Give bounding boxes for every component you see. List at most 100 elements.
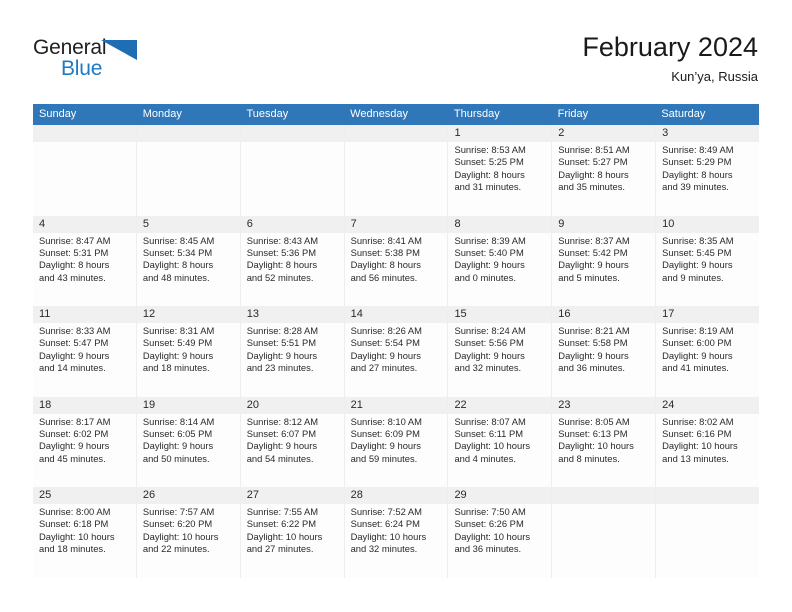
sun-times-info: Sunrise: 8:31 AM Sunset: 5:49 PM Daylight:… — [137, 323, 240, 375]
day-cell-6[interactable]: 6 Sunrise: 8:43 AM Sunset: 5:36 PM Daylight… — [239, 215, 344, 306]
sun-times-line: Sunrise: 7:50 AM — [454, 506, 526, 517]
sun-times-line: Daylight: 8 hours — [39, 259, 110, 271]
day-cell-3[interactable]: 3 Sunrise: 8:49 AM Sunset: 5:29 PM Daylight… — [655, 125, 760, 216]
sun-times-line: Sunset: 5:36 PM — [246, 246, 317, 258]
day-cell-16[interactable]: 16 Sunrise: 8:21 AM Sunset: 5:58 PM Dayligh… — [551, 306, 656, 397]
day-number: 5 — [142, 217, 149, 230]
sun-times-line: and 48 minutes. — [142, 271, 210, 283]
sun-times-line: Sunrise: 8:35 AM — [662, 234, 734, 246]
sun-times-info: Sunrise: 8:45 AM Sunset: 5:34 PM Daylight:… — [137, 233, 240, 285]
day-cell-9[interactable]: 9 Sunrise: 8:37 AM Sunset: 5:42 PM Daylight… — [551, 215, 656, 306]
day-cell-empty — [239, 125, 344, 216]
sun-times-info: Sunrise: 8:17 AM Sunset: 6:02 PM Daylight:… — [33, 414, 136, 466]
sun-times-info: Sunrise: 7:57 AM Sunset: 6:20 PM Daylight:… — [137, 504, 240, 556]
day-cell-28[interactable]: 28 Sunrise: 7:52 AM Sunset: 6:24 PM Dayligh… — [343, 487, 448, 578]
day-cell-27[interactable]: 27 Sunrise: 7:55 AM Sunset: 6:22 PM Dayligh… — [239, 487, 344, 578]
sun-times-info: Sunrise: 8:19 AM Sunset: 6:00 PM Daylight:… — [656, 323, 759, 375]
sun-times-line: Daylight: 10 hours — [454, 440, 531, 452]
day-number — [345, 125, 448, 142]
sun-times-line: Sunset: 5:38 PM — [350, 246, 420, 258]
general-blue-logo[interactable]: General Blue — [33, 36, 233, 86]
day-cell-26[interactable]: 26 Sunrise: 7:57 AM Sunset: 6:20 PM Dayligh… — [135, 487, 240, 578]
day-cell-23[interactable]: 23 Sunrise: 8:05 AM Sunset: 6:13 PM Dayligh… — [551, 396, 656, 487]
day-number: 7 — [350, 217, 357, 230]
sun-times-line: Sunset: 5:49 PM — [142, 337, 213, 349]
day-cell-2[interactable]: 2 Sunrise: 8:51 AM Sunset: 5:27 PM Daylight… — [551, 125, 656, 216]
sun-times-info: Sunrise: 8:51 AM Sunset: 5:27 PM Daylight:… — [552, 142, 655, 194]
day-number: 27 — [246, 489, 259, 501]
sun-times-info: Sunrise: 8:37 AM Sunset: 5:42 PM Daylight:… — [552, 233, 655, 285]
sun-times-line: Sunset: 6:13 PM — [558, 427, 628, 439]
day-cell-13[interactable]: 13 Sunrise: 8:28 AM Sunset: 5:51 PM Dayligh… — [239, 306, 344, 397]
sun-times-line: and 32 minutes. — [454, 362, 522, 374]
sun-times-line: and 0 minutes. — [454, 271, 516, 283]
day-cell-18[interactable]: 18 Sunrise: 8:17 AM Sunset: 6:02 PM Dayligh… — [33, 396, 136, 487]
weekday-header-tuesday: Tuesday — [246, 108, 289, 120]
sun-times-line: and 32 minutes. — [350, 543, 418, 555]
sun-times-line: and 9 minutes. — [662, 271, 724, 283]
day-cell-19[interactable]: 19 Sunrise: 8:14 AM Sunset: 6:05 PM Dayligh… — [135, 396, 240, 487]
sun-times-line: Sunset: 6:20 PM — [142, 518, 213, 530]
sun-times-info: Sunrise: 8:35 AM Sunset: 5:45 PM Daylight:… — [656, 233, 759, 285]
day-cell-empty — [551, 487, 656, 578]
weekday-header-sunday: Sunday — [39, 108, 77, 120]
sun-times-line: and 54 minutes. — [246, 452, 314, 464]
sun-times-line: Sunrise: 8:31 AM — [142, 325, 215, 336]
day-cell-11[interactable]: 11 Sunrise: 8:33 AM Sunset: 5:47 PM Dayligh… — [33, 306, 136, 397]
sun-times-line: Sunset: 6:16 PM — [662, 427, 732, 439]
week-cells: 4 Sunrise: 8:47 AM Sunset: 5:31 PM Daylight… — [33, 215, 760, 306]
sun-times-line: Daylight: 9 hours — [558, 259, 629, 271]
day-cell-14[interactable]: 14 Sunrise: 8:26 AM Sunset: 5:54 PM Dayligh… — [343, 306, 448, 397]
day-number: 15 — [454, 308, 467, 320]
sun-times-line: Sunrise: 8:53 AM — [454, 144, 526, 155]
sun-times-info: Sunrise: 8:05 AM Sunset: 6:13 PM Daylight:… — [552, 414, 655, 466]
sun-times-line: Sunrise: 8:24 AM — [454, 325, 526, 336]
calendar-week-row: 1 Sunrise: 8:53 AM Sunset: 5:25 PM Daylight… — [33, 125, 760, 216]
sun-times-line: Daylight: 10 hours — [39, 530, 115, 542]
day-cell-17[interactable]: 17 Sunrise: 8:19 AM Sunset: 6:00 PM Dayligh… — [655, 306, 760, 397]
calendar-week-row: 25 Sunrise: 8:00 AM Sunset: 6:18 PM Dayligh… — [33, 487, 760, 578]
sun-times-info: Sunrise: 8:53 AM Sunset: 5:25 PM Daylight:… — [448, 142, 551, 194]
sun-times-line: Daylight: 9 hours — [558, 349, 629, 361]
sun-times-line: and 14 minutes. — [39, 362, 106, 374]
sun-times-line: Sunrise: 8:10 AM — [350, 415, 422, 427]
sun-times-line: Sunrise: 8:00 AM — [39, 506, 111, 517]
day-cell-25[interactable]: 25 Sunrise: 8:00 AM Sunset: 6:18 PM Dayligh… — [33, 487, 136, 578]
sun-times-line: Sunrise: 8:43 AM — [246, 234, 319, 246]
day-number — [656, 487, 759, 504]
sun-times-line: and 36 minutes. — [558, 362, 626, 374]
day-cell-29[interactable]: 29 Sunrise: 7:50 AM Sunset: 6:26 PM Dayligh… — [447, 487, 552, 578]
sun-times-line: Daylight: 9 hours — [454, 349, 525, 361]
day-cell-22[interactable]: 22 Sunrise: 8:07 AM Sunset: 6:11 PM Dayligh… — [447, 396, 552, 487]
sun-times-info: Sunrise: 8:47 AM Sunset: 5:31 PM Daylight:… — [33, 233, 136, 285]
sun-times-line: and 45 minutes. — [39, 452, 106, 464]
calendar-week-row: 18 Sunrise: 8:17 AM Sunset: 6:02 PM Dayligh… — [33, 396, 760, 487]
day-cell-10[interactable]: 10 Sunrise: 8:35 AM Sunset: 5:45 PM Dayligh… — [655, 215, 760, 306]
day-cell-21[interactable]: 21 Sunrise: 8:10 AM Sunset: 6:09 PM Dayligh… — [343, 396, 448, 487]
sun-times-line: and 27 minutes. — [350, 362, 418, 374]
sun-times-line: Sunset: 5:25 PM — [454, 156, 524, 168]
sun-times-info: Sunrise: 8:02 AM Sunset: 6:16 PM Daylight:… — [656, 414, 759, 466]
day-number: 23 — [558, 398, 571, 411]
day-number: 28 — [350, 489, 363, 501]
day-cell-5[interactable]: 5 Sunrise: 8:45 AM Sunset: 5:34 PM Daylight… — [135, 215, 240, 306]
day-cell-15[interactable]: 15 Sunrise: 8:24 AM Sunset: 5:56 PM Dayligh… — [447, 306, 552, 397]
sun-times-line: Daylight: 9 hours — [662, 349, 733, 361]
sun-times-info: Sunrise: 8:10 AM Sunset: 6:09 PM Daylight:… — [345, 414, 448, 466]
day-cell-1[interactable]: 1 Sunrise: 8:53 AM Sunset: 5:25 PM Daylight… — [447, 125, 552, 216]
sun-times-info: Sunrise: 8:41 AM Sunset: 5:38 PM Daylight:… — [345, 233, 448, 285]
sun-times-info: Sunrise: 8:28 AM Sunset: 5:51 PM Daylight:… — [241, 323, 344, 375]
day-cell-24[interactable]: 24 Sunrise: 8:02 AM Sunset: 6:16 PM Dayligh… — [655, 396, 760, 487]
day-cell-12[interactable]: 12 Sunrise: 8:31 AM Sunset: 5:49 PM Dayligh… — [135, 306, 240, 397]
day-cell-8[interactable]: 8 Sunrise: 8:39 AM Sunset: 5:40 PM Daylight… — [447, 215, 552, 306]
sun-times-line: and 22 minutes. — [142, 543, 210, 555]
sun-times-line: Daylight: 8 hours — [662, 168, 733, 180]
day-cell-7[interactable]: 7 Sunrise: 8:41 AM Sunset: 5:38 PM Daylight… — [343, 215, 448, 306]
day-cell-4[interactable]: 4 Sunrise: 8:47 AM Sunset: 5:31 PM Daylight… — [33, 215, 136, 306]
sun-times-line: Sunrise: 7:57 AM — [142, 506, 215, 517]
sun-times-line: Sunrise: 7:55 AM — [246, 506, 319, 517]
weekday-header-saturday: Saturday — [661, 108, 706, 120]
day-cell-20[interactable]: 20 Sunrise: 8:12 AM Sunset: 6:07 PM Dayligh… — [239, 396, 344, 487]
sun-times-line: Sunset: 6:18 PM — [39, 518, 109, 530]
sun-times-line: Daylight: 10 hours — [662, 440, 738, 452]
